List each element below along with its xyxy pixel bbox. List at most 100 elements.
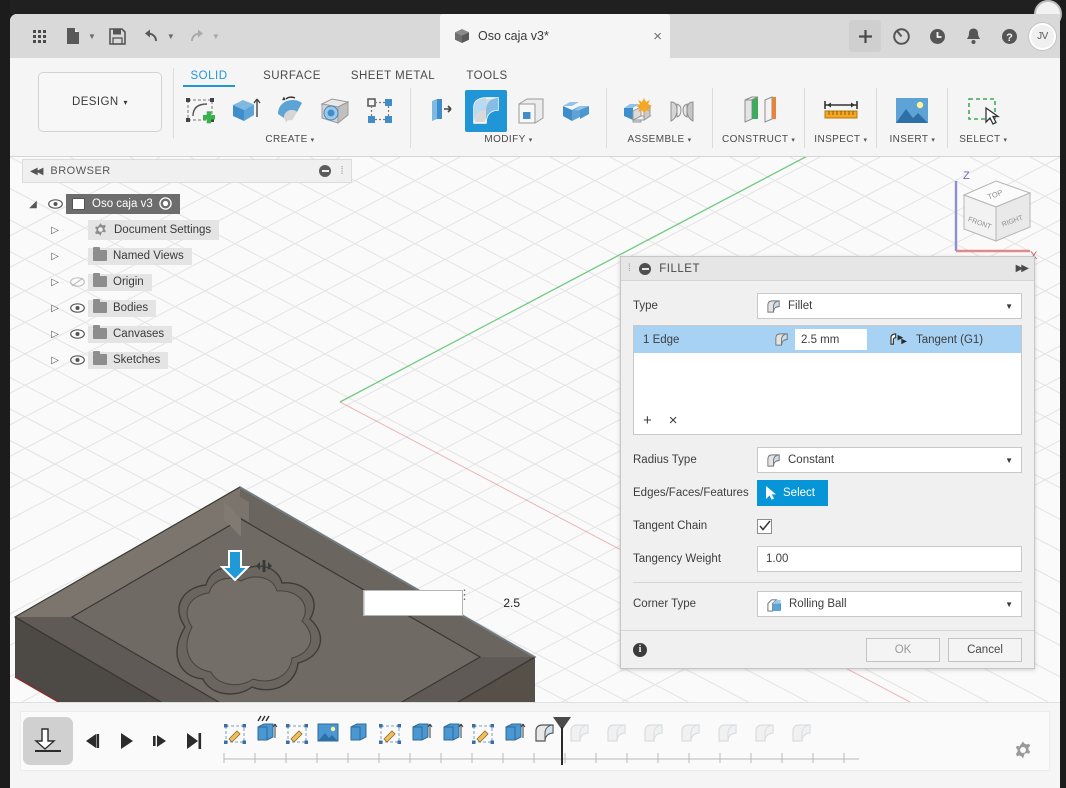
tree-root-chip[interactable]: Oso caja v3 [66,194,180,214]
extensions-button[interactable] [885,20,917,52]
combine-button[interactable] [555,90,597,132]
add-selection-button[interactable]: + [643,412,652,429]
visibility-eye-icon[interactable] [66,277,88,287]
step-forward-button[interactable] [143,721,177,761]
expand-triangle-icon[interactable]: ▷ [44,329,66,340]
fillet-dialog[interactable]: ⁞ FILLET ▶▶ Type Fillet ▼ 1 Edge 2.5 mm … [620,256,1035,669]
offset-plane-button[interactable] [731,90,787,132]
blue-arrow-down-icon[interactable] [220,549,250,583]
tree-item-named-views[interactable]: ▷ Named Views [22,243,352,269]
redo-caret-icon[interactable]: ▼ [212,32,220,41]
inspect-group-label[interactable]: INSPECT ▾ [814,134,867,145]
create-sketch-button[interactable] [179,90,221,132]
create-group-label[interactable]: CREATE ▾ [265,134,314,145]
radius-value-input[interactable] [363,590,527,616]
visibility-eye-icon[interactable] [44,199,66,209]
expand-triangle-icon[interactable]: ▷ [44,251,66,262]
new-tab-button[interactable] [849,20,881,52]
chevron-down-icon[interactable]: ▼ [1005,302,1013,311]
tangency-weight-input[interactable]: 1.00 [757,546,1022,572]
expand-right-icon[interactable]: ▶▶ [1016,263,1029,274]
tab-solid[interactable]: SOLID [173,66,245,87]
chevron-down-icon[interactable]: ▼ [1005,600,1013,609]
workspace-selector[interactable]: DESIGN ▾ [38,72,162,132]
expand-triangle-icon[interactable]: ▷ [44,303,66,314]
joint-button[interactable] [661,90,703,132]
visibility-eye-icon[interactable] [66,329,88,339]
tree-item-root[interactable]: ◢ Oso caja v3 [22,191,352,217]
insert-group-label[interactable]: INSERT ▾ [889,134,935,145]
document-tab[interactable]: Oso caja v3* × [440,14,670,58]
edge-radius-value[interactable]: 2.5 mm [795,329,867,350]
shell-button[interactable] [510,90,552,132]
dimension-handle-icon[interactable] [252,557,276,575]
radius-type-dropdown[interactable]: Constant ▼ [757,447,1022,473]
edge-radius-group[interactable]: 2.5 mm [774,329,867,350]
save-button[interactable] [103,21,133,51]
viewport[interactable]: ◀◀ BROWSER ⁞ ◢ Oso caja v3 ▷ Document Se… [10,157,1060,702]
type-dropdown[interactable]: Fillet ▼ [757,293,1022,319]
go-to-end-button[interactable] [23,717,73,765]
modify-group-label[interactable]: MODIFY ▾ [484,134,532,145]
panel-grip[interactable]: ⁞ [340,165,344,177]
measure-button[interactable] [815,90,867,132]
minimize-icon[interactable] [639,262,652,275]
remove-selection-button[interactable]: × [669,412,678,429]
expand-triangle-icon[interactable]: ▷ [44,277,66,288]
select-window-button[interactable] [957,90,1009,132]
select-button[interactable]: Select [757,480,828,506]
edge-list[interactable]: 1 Edge 2.5 mm Tangent (G1) + × [633,325,1022,435]
new-file-caret-icon[interactable]: ▼ [88,32,96,41]
cancel-button[interactable]: Cancel [948,637,1022,662]
collapse-left-icon[interactable]: ◀◀ [30,166,43,177]
fillet-manipulator[interactable] [220,549,276,583]
tree-item-document-settings[interactable]: ▷ Document Settings [22,217,352,243]
hole-button[interactable] [314,90,356,132]
activate-radio-icon[interactable] [158,197,172,210]
corner-type-dropdown[interactable]: Rolling Ball ▼ [757,591,1022,617]
play-to-end-button[interactable] [177,721,211,761]
press-pull-button[interactable] [420,90,462,132]
view-cube[interactable]: Z X TOP FRONT RIGHT [934,159,1050,269]
close-icon[interactable]: × [653,29,662,44]
redo-button[interactable] [182,21,212,51]
expand-triangle-icon[interactable]: ◢ [22,199,44,210]
construct-group-label[interactable]: CONSTRUCT ▾ [722,134,795,145]
tree-item-canvases[interactable]: ▷ Canvases [22,321,352,347]
avatar[interactable]: JV [1029,22,1056,50]
extrude-button[interactable] [224,90,266,132]
tab-surface[interactable]: SURFACE [245,66,339,87]
tab-tools[interactable]: TOOLS [447,66,527,87]
insert-image-button[interactable] [886,90,938,132]
app-grid-button[interactable] [24,21,54,51]
pattern-button[interactable] [359,90,401,132]
step-back-button[interactable] [75,721,109,761]
fillet-button[interactable] [465,90,507,132]
edge-list-row[interactable]: 1 Edge 2.5 mm Tangent (G1) [634,326,1021,353]
timeline-track[interactable] [219,715,1049,767]
new-file-button[interactable] [58,21,88,51]
expand-triangle-icon[interactable]: ▷ [44,225,66,236]
assemble-group-label[interactable]: ASSEMBLE ▾ [627,134,691,145]
expand-triangle-icon[interactable]: ▷ [44,355,66,366]
help-button[interactable]: ? [993,20,1025,52]
fillet-dialog-header[interactable]: ⁞ FILLET ▶▶ [621,257,1034,281]
timeline-settings-button[interactable] [1013,740,1033,765]
radius-input-field[interactable] [365,596,527,610]
minimize-icon[interactable] [319,165,332,177]
tree-item-bodies[interactable]: ▷ Bodies [22,295,352,321]
visibility-eye-icon[interactable] [66,355,88,365]
vertical-dots-icon[interactable]: ⋮ [458,588,471,601]
play-back-button[interactable] [109,721,143,761]
dialog-grip[interactable]: ⁞ [628,263,631,274]
undo-button[interactable] [137,21,167,51]
info-icon[interactable]: i [633,642,647,657]
tree-item-sketches[interactable]: ▷ Sketches [22,347,352,373]
select-group-label[interactable]: SELECT ▾ [959,134,1007,145]
recent-activity-button[interactable] [921,20,953,52]
notifications-button[interactable] [957,20,989,52]
tab-sheet-metal[interactable]: SHEET METAL [339,66,447,87]
revolve-button[interactable] [269,90,311,132]
new-component-button[interactable] [616,90,658,132]
chevron-down-icon[interactable]: ▼ [1005,456,1013,465]
